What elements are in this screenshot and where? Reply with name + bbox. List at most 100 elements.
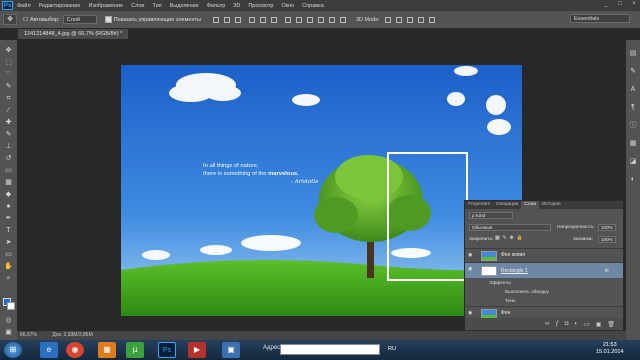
move-tool-icon[interactable]: ✥ — [3, 14, 17, 25]
distribute-top-icon[interactable] — [284, 16, 291, 23]
trash-icon[interactable]: 🗑 — [607, 321, 615, 328]
brush-panel-icon[interactable]: ✎ — [629, 68, 637, 76]
menu-view[interactable]: Просмотр — [248, 3, 273, 9]
3d-slide-icon[interactable] — [417, 16, 424, 23]
new-group-icon[interactable]: ▭ — [584, 321, 590, 328]
effects-group[interactable]: Эффекты — [465, 279, 623, 288]
maximize-button[interactable]: □ — [616, 1, 624, 8]
align-center-icon[interactable] — [259, 16, 266, 23]
history-brush-tool-icon[interactable]: ↺ — [3, 154, 14, 164]
media-player-icon[interactable]: ▶ — [188, 342, 206, 358]
menu-select[interactable]: Выделение — [170, 3, 199, 9]
align-middle-icon[interactable] — [223, 16, 230, 23]
info-panel-icon[interactable]: ⓘ — [629, 122, 637, 130]
shape-tool-icon[interactable]: ▭ — [3, 250, 14, 260]
pen-tool-icon[interactable]: ✒ — [3, 214, 14, 224]
lasso-tool-icon[interactable]: ➰ — [3, 70, 14, 80]
internet-explorer-icon[interactable]: e — [40, 342, 58, 358]
menu-window[interactable]: Окно — [281, 3, 294, 9]
distribute-left-icon[interactable] — [317, 16, 324, 23]
move-tool-icon[interactable]: ✥ — [3, 46, 14, 56]
visibility-eye-icon[interactable]: ◉ — [468, 252, 474, 258]
app-icon[interactable]: ▣ — [222, 342, 240, 358]
hand-tool-icon[interactable]: ✋ — [3, 262, 14, 272]
quick-select-tool-icon[interactable]: ✎ — [3, 82, 14, 92]
minimize-button[interactable]: _ — [602, 1, 610, 8]
brush-tool-icon[interactable]: ✎ — [3, 130, 14, 140]
marquee-tool-icon[interactable]: ⬚ — [3, 58, 14, 68]
language-indicator[interactable]: RU — [388, 346, 396, 352]
paragraph-panel-icon[interactable]: ¶ — [629, 104, 637, 112]
auto-select-dropdown[interactable]: Слой — [62, 15, 97, 24]
zoom-tool-icon[interactable]: ⌕ — [3, 274, 14, 284]
tab-actions[interactable]: Операции — [493, 201, 521, 209]
menu-filter[interactable]: Фильтр — [207, 3, 225, 9]
add-mask-icon[interactable]: ◘ — [565, 321, 569, 327]
adjustment-layer-icon[interactable]: ◐ — [574, 321, 578, 327]
fill-field[interactable]: 100% — [598, 236, 616, 243]
align-bottom-icon[interactable] — [234, 16, 241, 23]
menu-help[interactable]: Справка — [302, 3, 324, 9]
effect-shadow[interactable]: Тень — [465, 297, 623, 306]
address-input[interactable] — [280, 344, 380, 355]
document-tab[interactable]: 1241214848_4.jpg @ 66,7% (RGB/8#) * — [18, 29, 129, 39]
screen-mode-icon[interactable]: ▣ — [3, 328, 14, 338]
tab-history[interactable]: История — [539, 201, 564, 209]
align-left-icon[interactable] — [248, 16, 255, 23]
3d-pan-icon[interactable] — [406, 16, 413, 23]
menu-image[interactable]: Изображение — [88, 3, 123, 9]
visibility-eye-icon[interactable]: ◉ — [468, 310, 474, 316]
3d-roll-icon[interactable] — [395, 16, 402, 23]
align-top-icon[interactable] — [212, 16, 219, 23]
rectangle-shape-frame[interactable] — [387, 152, 468, 281]
layer-row-rectangle-1[interactable]: ◉ Rectangle 1 fx — [465, 262, 623, 278]
styles-panel-icon[interactable]: ◪ — [629, 158, 637, 166]
layer-name[interactable]: Rectangle 1 — [501, 268, 528, 274]
lock-icons[interactable]: ▦✎✥🔒 — [495, 236, 526, 241]
blend-mode-select[interactable]: Обычные — [469, 224, 551, 231]
adjustments-panel-icon[interactable]: ◐ — [629, 176, 637, 184]
character-panel-icon[interactable]: A — [629, 86, 637, 94]
distribute-middle-icon[interactable] — [295, 16, 302, 23]
new-layer-icon[interactable]: ▣ — [596, 321, 602, 328]
show-controls-checkbox[interactable] — [104, 16, 112, 23]
effect-stroke[interactable]: Выполнить обводку — [465, 288, 623, 297]
type-tool-icon[interactable]: T — [3, 226, 14, 236]
photoshop-taskbar-icon[interactable]: Ps — [158, 342, 176, 358]
visibility-eye-icon[interactable]: ◉ — [468, 266, 474, 272]
link-layers-icon[interactable]: ∞ — [545, 321, 549, 327]
blur-tool-icon[interactable]: ◆ — [3, 190, 14, 200]
tab-properties[interactable]: Properties — [465, 201, 493, 209]
healing-brush-tool-icon[interactable]: ✚ — [3, 118, 14, 128]
system-clock[interactable]: 21:53 15.01.2014 — [596, 342, 624, 356]
distribute-right-icon[interactable] — [339, 16, 346, 23]
menu-layers[interactable]: Слои — [131, 3, 144, 9]
tab-layers[interactable]: Слои — [521, 201, 539, 209]
add-style-icon[interactable]: ƒ — [555, 321, 558, 327]
auto-select-checkbox[interactable]: ☐ — [23, 17, 28, 23]
opacity-field[interactable]: 100% — [598, 224, 616, 231]
layer-name[interactable]: Фон — [501, 310, 510, 316]
chrome-icon[interactable]: ◉ — [66, 342, 84, 358]
menu-3d[interactable]: 3D — [233, 3, 240, 9]
background-color-swatch[interactable] — [7, 302, 15, 310]
distribute-center-icon[interactable] — [328, 16, 335, 23]
layer-row-background-copy[interactable]: ◉ Фон копия — [465, 248, 623, 262]
crop-tool-icon[interactable]: ⌗ — [3, 94, 14, 104]
gradient-tool-icon[interactable]: ▦ — [3, 178, 14, 188]
3d-scale-icon[interactable] — [428, 16, 435, 23]
swatches-panel-icon[interactable]: ▦ — [629, 140, 637, 148]
quick-mask-icon[interactable]: ◎ — [3, 316, 14, 326]
utorrent-icon[interactable]: µ — [126, 342, 144, 358]
eyedropper-tool-icon[interactable]: ⁄ — [3, 106, 14, 116]
windows-start-icon[interactable]: ⊞ — [4, 342, 22, 358]
distribute-bottom-icon[interactable] — [306, 16, 313, 23]
3d-rotate-icon[interactable] — [384, 16, 391, 23]
workspace-switcher[interactable]: Essentials — [570, 14, 630, 23]
history-panel-icon[interactable]: ▤ — [629, 50, 637, 58]
document-size[interactable]: Док: 2,93М/3,86М — [52, 332, 92, 338]
fx-badge[interactable]: fx — [605, 268, 609, 274]
path-select-tool-icon[interactable]: ➤ — [3, 238, 14, 248]
layer-filter-kind[interactable]: ρ Kind — [469, 212, 513, 219]
menu-type[interactable]: Тип — [152, 3, 161, 9]
